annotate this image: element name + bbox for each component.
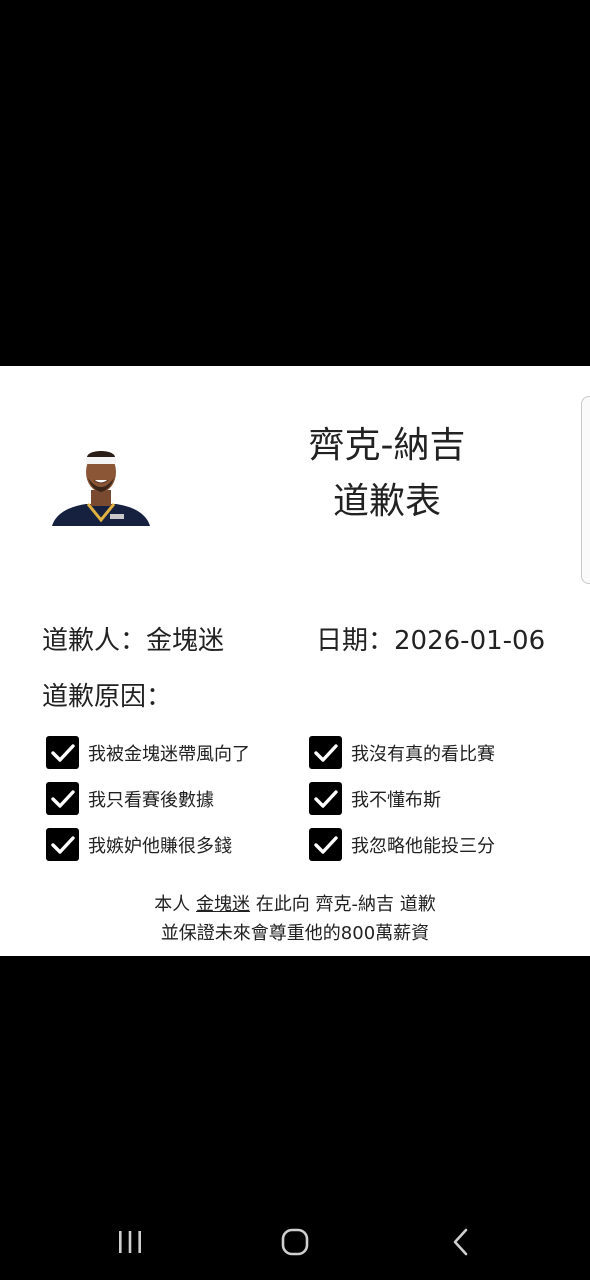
checkbox-checked[interactable] [46,736,79,769]
reason-item[interactable]: 我忽略他能投三分 [309,828,566,861]
statement-line-2: 並保證未來會尊重他的800萬薪資 [160,923,430,944]
checkbox-checked[interactable] [309,736,342,769]
reason-label-text: 我不懂布斯 [351,789,441,811]
edge-panel-handle[interactable] [581,396,590,584]
apologizer-name: 金塊迷 [146,626,225,656]
recent-apps-icon [119,1231,141,1253]
checkbox-checked[interactable] [46,828,79,861]
reason-item[interactable]: 我被金塊迷帶風向了 [46,736,309,769]
checkmark-icon [50,743,75,762]
checkbox-checked[interactable] [309,782,342,815]
reason-label-text: 我只看賽後數據 [88,789,214,811]
apologizer-field: 道歉人：金塊迷 [42,620,224,657]
statement-middle: 在此向 [255,894,310,915]
date-field: 日期：2026-01-06 [316,620,545,657]
reason-item[interactable]: 我只看賽後數據 [46,782,309,815]
checkbox-checked[interactable] [46,782,79,815]
statement-prefix: 本人 [154,894,191,915]
home-icon [281,1228,309,1256]
reason-item[interactable]: 我嫉妒他賺很多錢 [46,828,309,861]
apologizer-label: 道歉人： [42,626,147,656]
statement-suffix: 道歉 [399,894,436,915]
reason-label-text: 我嫉妒他賺很多錢 [88,835,232,857]
checkmark-icon [50,835,75,854]
statement-name: 金塊迷 [196,894,251,915]
reason-label-text: 我忽略他能投三分 [351,835,495,857]
checkbox-checked[interactable] [309,828,342,861]
date-value: 2026-01-06 [394,626,546,656]
reason-item[interactable]: 我沒有真的看比賽 [309,736,566,769]
title-form-name: 道歉表 [332,481,441,522]
apology-form-card: 齊克-納吉 道歉表 道歉人：金塊迷 日期：2026-01-06 道歉原因： 我被… [0,366,590,956]
reason-label-text: 我被金塊迷帶風向了 [88,743,250,765]
checkmark-icon [313,789,338,808]
checkmark-icon [313,743,338,762]
reason-label: 道歉原因： [42,682,173,712]
date-label: 日期： [316,626,395,656]
back-button[interactable] [436,1222,486,1262]
reason-item[interactable]: 我不懂布斯 [309,782,566,815]
statement-target: 齊克-納吉 [315,894,394,915]
apology-statement: 本人 金塊迷 在此向 齊克-納吉 道歉 並保證未來會尊重他的800萬薪資 [0,890,590,948]
form-title: 齊克-納吉 道歉表 [240,418,534,530]
player-photo [50,446,152,526]
statement-line-1: 本人 金塊迷 在此向 齊克-納吉 道歉 [0,890,590,919]
system-navigation-bar [0,1200,590,1280]
checkmark-icon [50,789,75,808]
reason-checklist: 我被金塊迷帶風向了 我沒有真的看比賽 我只看賽後數據 我不懂布斯 我嫉妒他賺很多… [46,736,566,861]
reason-label-text: 我沒有真的看比賽 [351,743,495,765]
recent-apps-button[interactable] [105,1222,155,1262]
title-player-name: 齊克-納吉 [308,425,466,466]
checkmark-icon [313,835,338,854]
home-button[interactable] [270,1222,320,1262]
back-icon [453,1228,468,1256]
